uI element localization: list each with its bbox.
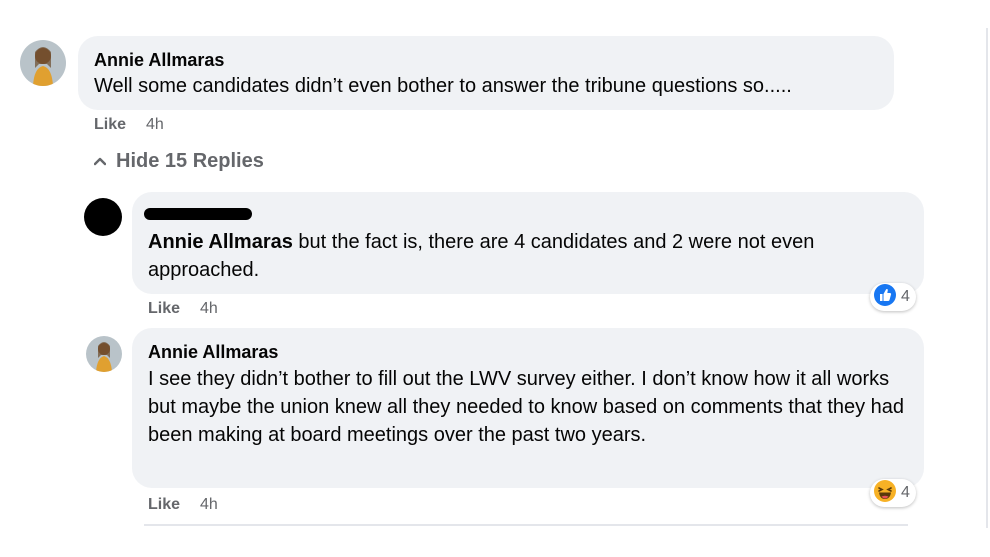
reply-text: Annie Allmaras but the fact is, there ar…: [148, 228, 908, 284]
comment-author[interactable]: Annie Allmaras: [94, 50, 224, 71]
like-button[interactable]: Like: [148, 300, 180, 317]
like-button[interactable]: Like: [148, 496, 180, 513]
like-reaction-icon: [873, 283, 897, 312]
hide-replies-label: Hide 15 Replies: [116, 150, 264, 172]
reply-meta: Like 4h: [148, 496, 218, 514]
reply-bubble: Annie Allmaras I see they didn’t bother …: [132, 328, 924, 488]
avatar[interactable]: [20, 40, 66, 86]
haha-reaction-icon: [873, 479, 897, 508]
reaction-summary[interactable]: 4: [870, 479, 916, 507]
timestamp[interactable]: 4h: [200, 496, 218, 513]
comment-meta: Like 4h: [94, 116, 164, 134]
reaction-count: 4: [901, 484, 910, 501]
timestamp[interactable]: 4h: [146, 116, 164, 133]
comment-text: Well some candidates didn’t even bother …: [94, 75, 792, 97]
redacted-author-name: [144, 208, 252, 220]
reply-author[interactable]: Annie Allmaras: [148, 342, 278, 363]
divider: [144, 524, 908, 526]
comment-bubble: Annie Allmaras Well some candidates didn…: [78, 36, 894, 110]
chevron-up-icon: [93, 153, 107, 171]
reaction-summary[interactable]: 4: [870, 283, 916, 311]
like-button[interactable]: Like: [94, 116, 126, 133]
mention-link[interactable]: Annie Allmaras: [148, 231, 293, 253]
timestamp[interactable]: 4h: [200, 300, 218, 317]
redacted-avatar: [84, 198, 122, 236]
avatar[interactable]: [86, 336, 122, 372]
scroll-divider: [986, 28, 988, 528]
reply-text: I see they didn’t bother to fill out the…: [148, 368, 905, 446]
reply-meta: Like 4h: [148, 300, 218, 318]
reaction-count: 4: [901, 288, 910, 305]
hide-replies-button[interactable]: Hide 15 Replies: [93, 150, 264, 173]
reply-bubble: Annie Allmaras but the fact is, there ar…: [132, 192, 924, 294]
